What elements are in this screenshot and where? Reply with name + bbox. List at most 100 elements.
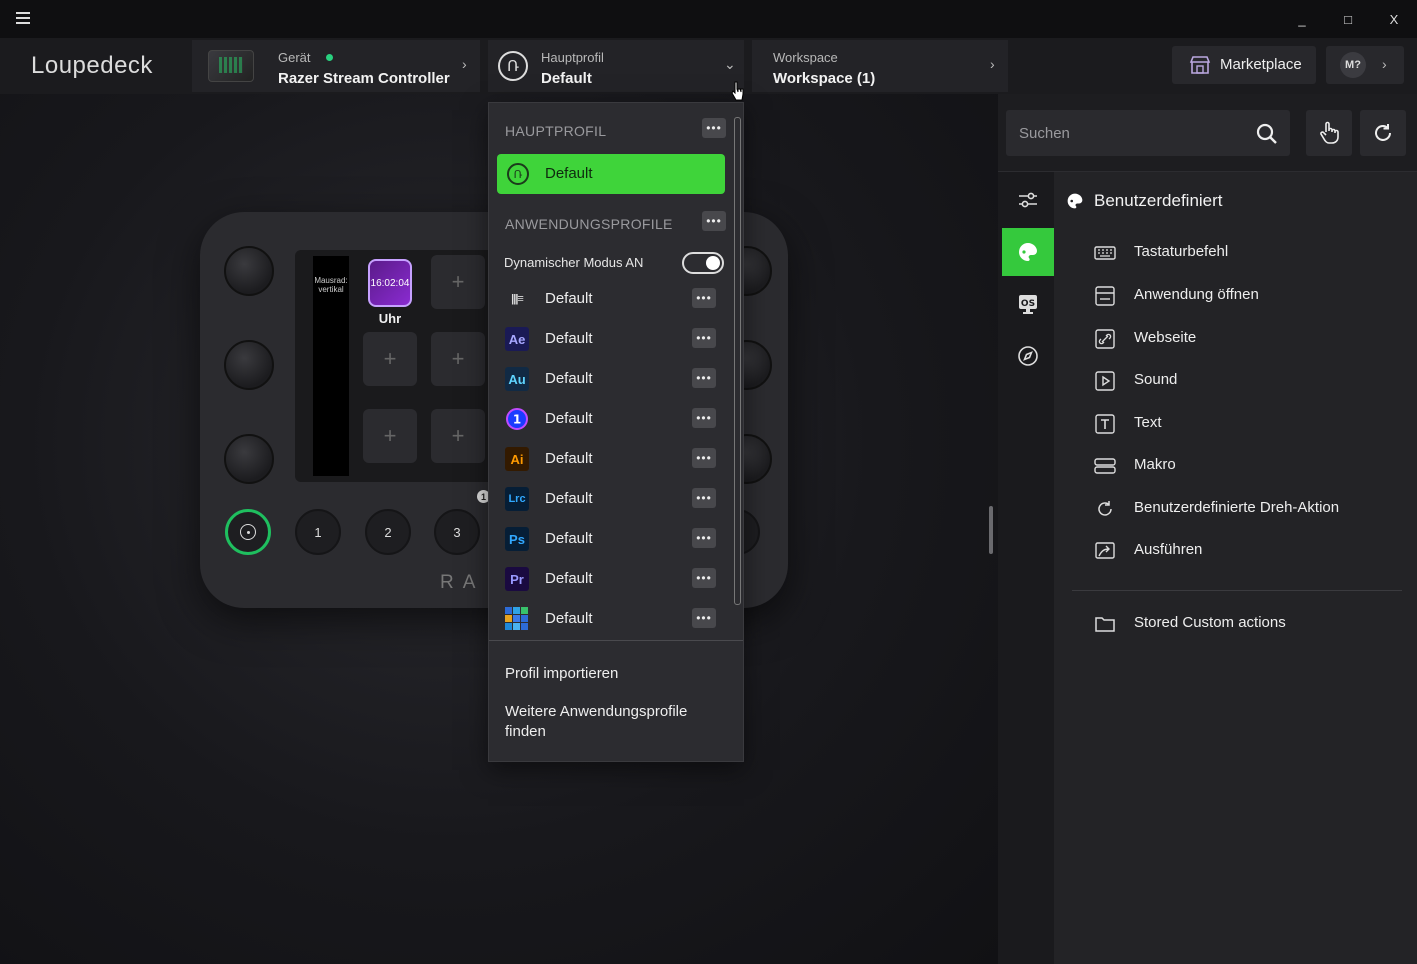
custom-actions-list: Benutzerdefiniert Tastaturbefehl Anwendun… <box>1054 172 1417 964</box>
app-profile-row[interactable]: Ps Default ••• <box>489 519 729 559</box>
dropdown-scrollbar[interactable] <box>734 117 741 605</box>
app-profile-more-button[interactable]: ••• <box>692 408 716 428</box>
action-label: Anwendung öffnen <box>1134 286 1259 303</box>
minimize-button[interactable]: _ <box>1279 0 1325 38</box>
dial-left-1[interactable] <box>224 246 274 296</box>
maximize-button[interactable]: □ <box>1325 0 1371 38</box>
keyboard-icon <box>1094 246 1116 260</box>
app-profile-more-button[interactable]: ••• <box>692 528 716 548</box>
svg-text:1: 1 <box>513 413 521 427</box>
empty-key[interactable]: + <box>431 255 485 309</box>
rail-custom[interactable] <box>1002 228 1054 276</box>
action-label: Sound <box>1134 371 1178 388</box>
illustrator-icon: Ai <box>505 447 529 471</box>
dial-left-2[interactable] <box>224 340 274 390</box>
chevron-right-icon: › <box>990 56 995 72</box>
app-profiles-more-button[interactable]: ••• <box>702 211 726 231</box>
plus-icon: + <box>451 423 465 448</box>
app-profile-row[interactable]: Ae Default ••• <box>489 319 729 359</box>
workspace-label: Workspace <box>773 50 838 65</box>
page-button-2[interactable]: 2 <box>365 509 411 555</box>
rail-os[interactable]: OS <box>1002 280 1054 328</box>
profile-label: Hauptprofil <box>541 50 604 65</box>
after-effects-icon: Ae <box>505 327 529 351</box>
dial-left-3[interactable] <box>224 434 274 484</box>
page-button-1[interactable]: 1 <box>295 509 341 555</box>
panel-splitter[interactable] <box>989 506 993 554</box>
empty-key[interactable]: + <box>363 409 417 463</box>
app-profile-row[interactable]: 1 Default ••• <box>489 399 729 439</box>
main-profile-name: Default <box>545 165 593 182</box>
clock-key[interactable]: 16:02:04 <box>368 259 412 307</box>
close-button[interactable]: X <box>1371 0 1417 38</box>
menu-icon[interactable] <box>16 12 30 24</box>
empty-key[interactable]: + <box>363 332 417 386</box>
app-profile-name: Default <box>545 490 593 507</box>
main-profile-default[interactable]: Ռ Default <box>497 154 725 194</box>
app-profile-more-button[interactable]: ••• <box>692 488 716 508</box>
link-icon <box>1095 329 1115 349</box>
app-profile-row[interactable]: Ai Default ••• <box>489 439 729 479</box>
app-profile-row[interactable]: Default ••• <box>489 599 729 639</box>
action-label: Benutzerdefinierte Dreh-Aktion <box>1134 499 1340 516</box>
more-dots-icon: ••• <box>696 571 712 585</box>
workspace-selector[interactable]: Workspace Workspace (1) › <box>752 40 1008 92</box>
rail-adjustments[interactable] <box>1002 176 1054 224</box>
action-item[interactable]: Ausführen <box>1094 537 1414 567</box>
marketplace-button[interactable]: Marketplace <box>1172 46 1316 84</box>
app-profile-more-button[interactable]: ••• <box>692 368 716 388</box>
action-item[interactable]: Anwendung öffnen <box>1094 282 1414 312</box>
stored-custom-actions[interactable]: Stored Custom actions <box>1094 610 1414 640</box>
macro-icon <box>1094 458 1116 474</box>
audition-icon: Au <box>505 367 529 391</box>
action-item[interactable]: Benutzerdefinierte Dreh-Aktion <box>1094 495 1414 525</box>
app-profile-more-button[interactable]: ••• <box>692 568 716 588</box>
device-label: Gerät <box>278 50 311 65</box>
store-icon <box>1189 56 1211 74</box>
action-item[interactable]: Text <box>1094 410 1414 440</box>
dynamic-mode-toggle[interactable] <box>682 252 724 274</box>
main-profile-more-button[interactable]: ••• <box>702 118 726 138</box>
device-selector[interactable]: Gerät Razer Stream Controller › <box>192 40 480 92</box>
action-label: Ausführen <box>1134 541 1203 558</box>
find-more-profiles-link[interactable]: Weitere Anwendungsprofile finden <box>505 702 725 742</box>
search-placeholder: Suchen <box>1019 125 1070 142</box>
home-button[interactable] <box>225 509 271 555</box>
svg-text:OS: OS <box>1021 299 1035 309</box>
search-icon[interactable] <box>1256 123 1278 145</box>
empty-key[interactable]: + <box>431 409 485 463</box>
play-icon <box>1095 371 1115 391</box>
app-profile-row[interactable]: |||≡ Default ••• <box>489 279 729 319</box>
touch-mode-button[interactable] <box>1306 110 1352 156</box>
app-profile-row[interactable]: Lrc Default ••• <box>489 479 729 519</box>
action-item[interactable]: Webseite <box>1094 325 1414 355</box>
page-button-label: 3 <box>453 524 461 540</box>
app-profile-name: Default <box>545 410 593 427</box>
clock-time: 16:02:04 <box>370 277 410 289</box>
import-profile-link[interactable]: Profil importieren <box>505 664 618 684</box>
action-item[interactable]: Tastaturbefehl <box>1094 239 1414 269</box>
app-profile-more-button[interactable]: ••• <box>692 448 716 468</box>
empty-key[interactable]: + <box>431 332 485 386</box>
page-button-3[interactable]: 3 <box>434 509 480 555</box>
plus-icon: + <box>451 346 465 371</box>
app-profile-more-button[interactable]: ••• <box>692 328 716 348</box>
onepassword-icon: 1 <box>505 407 529 431</box>
more-dots-icon: ••• <box>696 531 712 545</box>
loupedeck-profile-icon: Ռ <box>498 51 528 81</box>
action-item[interactable]: Sound <box>1094 367 1414 397</box>
rotate-icon <box>1098 501 1112 516</box>
rail-discover[interactable] <box>1002 332 1054 380</box>
app-profile-row[interactable]: Au Default ••• <box>489 359 729 399</box>
profile-selector[interactable]: Ռ Hauptprofil Default ⌄ <box>488 40 744 92</box>
refresh-button[interactable] <box>1360 110 1406 156</box>
action-item[interactable]: Makro <box>1094 452 1414 482</box>
plus-icon: + <box>451 269 465 294</box>
app-profile-more-button[interactable]: ••• <box>692 608 716 628</box>
app-profile-more-button[interactable]: ••• <box>692 288 716 308</box>
palette-icon <box>1067 193 1083 209</box>
loupedeck-profile-icon: Ռ <box>507 163 529 185</box>
search-input[interactable]: Suchen <box>1006 110 1290 156</box>
app-profile-row[interactable]: Pr Default ••• <box>489 559 729 599</box>
account-button[interactable]: M? › <box>1326 46 1404 84</box>
